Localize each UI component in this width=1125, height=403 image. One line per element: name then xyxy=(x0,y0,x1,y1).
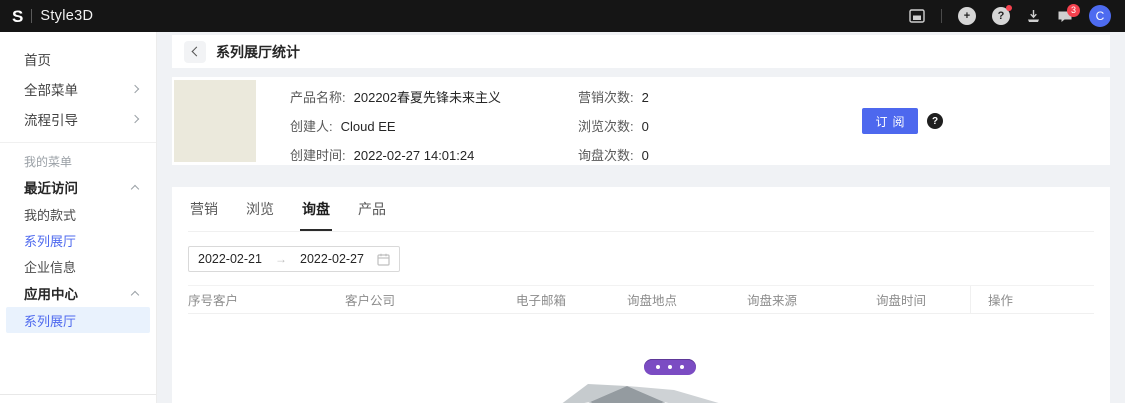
sidebar-item-process-guide[interactable]: 流程引导 xyxy=(0,104,156,134)
sidebar-item-my-styles[interactable]: 我的款式 xyxy=(0,201,156,227)
column-header: 询盘时间 xyxy=(876,286,970,313)
sidebar-item-label: 首页 xyxy=(24,49,51,69)
download-icon[interactable] xyxy=(1026,9,1041,23)
product-fields: 产品名称: 202202春夏先锋未来主义 创建人: Cloud EE 创建时间:… xyxy=(290,80,578,162)
product-summary-card: 产品名称: 202202春夏先锋未来主义 创建人: Cloud EE 创建时间:… xyxy=(172,77,1110,165)
sidebar-divider xyxy=(0,142,156,143)
column-header: 客户公司 xyxy=(345,286,516,313)
field-label: 产品名称: xyxy=(290,89,346,107)
tab-marketing[interactable]: 营销 xyxy=(188,187,220,231)
marketing-count: 2 xyxy=(642,89,649,107)
calendar-icon xyxy=(377,253,390,266)
product-thumbnail[interactable] xyxy=(174,80,256,162)
date-end: 2022-02-27 xyxy=(300,252,364,266)
chevron-right-icon xyxy=(131,85,139,93)
field-label: 创建人: xyxy=(290,118,333,136)
empty-box-icon xyxy=(556,381,726,403)
sidebar-item-all-menu[interactable]: 全部菜单 xyxy=(0,74,156,104)
stat-label: 询盘次数: xyxy=(578,147,634,165)
date-start: 2022-02-21 xyxy=(198,252,262,266)
column-header: 询盘地点 xyxy=(627,286,747,313)
product-actions: 订阅 ? xyxy=(862,80,1094,162)
sidebar-group-recent[interactable]: 最近访问 xyxy=(0,173,156,201)
date-range-arrow: → xyxy=(275,252,287,266)
message-icon[interactable]: 3 xyxy=(1057,9,1073,23)
column-header: 操作 xyxy=(970,286,1094,313)
column-header: 客户 xyxy=(213,286,345,313)
loading-dots-icon xyxy=(644,359,696,375)
topbar-actions: + ? 3 C xyxy=(909,5,1111,27)
statistics-card: 营销 浏览 询盘 产品 2022-02-21 → 2022-02-27 序号 客… xyxy=(172,187,1110,403)
app-root: S Style3D + ? 3 C xyxy=(0,0,1125,403)
sidebar-item-label: 系列展厅 xyxy=(24,311,76,330)
sidebar-item-series-showroom[interactable]: 系列展厅 xyxy=(0,227,156,253)
window-icon[interactable] xyxy=(909,9,925,23)
date-range-picker[interactable]: 2022-02-21 → 2022-02-27 xyxy=(188,246,400,272)
topbar: S Style3D + ? 3 C xyxy=(0,0,1125,32)
field-label: 创建时间: xyxy=(290,147,346,165)
logo-divider xyxy=(31,9,32,23)
sidebar-item-home[interactable]: 首页 xyxy=(0,44,156,74)
sidebar-section-my-menu: 我的菜单 xyxy=(0,149,156,173)
chevron-up-icon xyxy=(131,290,139,298)
chevron-right-icon xyxy=(131,115,139,123)
column-header: 电子邮箱 xyxy=(516,286,627,313)
main-content: 系列展厅统计 产品名称: 202202春夏先锋未来主义 创建人: Cloud E… xyxy=(157,32,1125,403)
brand: S Style3D xyxy=(12,8,93,25)
stat-label: 浏览次数: xyxy=(578,118,634,136)
chevron-left-icon xyxy=(192,47,202,57)
table-header: 序号 客户 客户公司 电子邮箱 询盘地点 询盘来源 询盘时间 操作 xyxy=(188,285,1094,314)
sidebar: 首页 全部菜单 流程引导 我的菜单 最近访问 我的款式 系列展厅 xyxy=(0,32,157,403)
sidebar-group-app-center[interactable]: 应用中心 xyxy=(0,279,156,307)
back-button[interactable] xyxy=(184,41,206,63)
plus-circle-icon[interactable]: + xyxy=(958,7,976,25)
sidebar-item-label: 流程引导 xyxy=(24,109,78,129)
filter-row: 2022-02-21 → 2022-02-27 xyxy=(188,246,1094,272)
subscribe-help-icon[interactable]: ? xyxy=(927,113,943,129)
sidebar-item-label: 我的款式 xyxy=(24,205,76,224)
tab-browse[interactable]: 浏览 xyxy=(244,187,276,231)
sidebar-group-label: 最近访问 xyxy=(24,177,78,197)
style3d-logo-icon: S xyxy=(12,8,23,25)
inquiry-count: 0 xyxy=(642,147,649,165)
column-header: 询盘来源 xyxy=(747,286,876,313)
column-header: 序号 xyxy=(188,286,213,313)
sidebar-group-label: 应用中心 xyxy=(24,283,78,303)
sidebar-item-series-showroom-active[interactable]: 系列展厅 xyxy=(6,307,150,333)
page-header: 系列展厅统计 xyxy=(172,35,1110,68)
help-icon[interactable]: ? xyxy=(992,7,1010,25)
view-count: 0 xyxy=(642,118,649,136)
sidebar-item-label: 企业信息 xyxy=(24,257,76,276)
topbar-divider xyxy=(941,9,942,23)
creator-value: Cloud EE xyxy=(341,118,396,136)
chevron-up-icon xyxy=(131,184,139,192)
page-title: 系列展厅统计 xyxy=(216,42,300,62)
user-avatar[interactable]: C xyxy=(1089,5,1111,27)
message-badge: 3 xyxy=(1067,4,1080,17)
product-name-value: 202202春夏先锋未来主义 xyxy=(354,89,501,107)
plus-glyph: + xyxy=(958,7,976,25)
subscribe-button[interactable]: 订阅 xyxy=(862,108,918,134)
logo-text: Style3D xyxy=(40,8,93,24)
empty-state xyxy=(556,359,726,403)
stat-label: 营销次数: xyxy=(578,89,634,107)
product-stats: 营销次数: 2 浏览次数: 0 询盘次数: 0 xyxy=(578,80,768,162)
stats-tabs: 营销 浏览 询盘 产品 xyxy=(188,187,1094,232)
created-time-value: 2022-02-27 14:01:24 xyxy=(354,147,475,165)
notification-dot xyxy=(1006,5,1012,11)
tab-inquiry[interactable]: 询盘 xyxy=(300,187,332,231)
tab-product[interactable]: 产品 xyxy=(356,187,388,231)
sidebar-item-label: 系列展厅 xyxy=(24,231,76,250)
sidebar-item-label: 全部菜单 xyxy=(24,79,78,99)
sidebar-footer-divider xyxy=(0,394,156,395)
sidebar-item-company-info[interactable]: 企业信息 xyxy=(0,253,156,279)
